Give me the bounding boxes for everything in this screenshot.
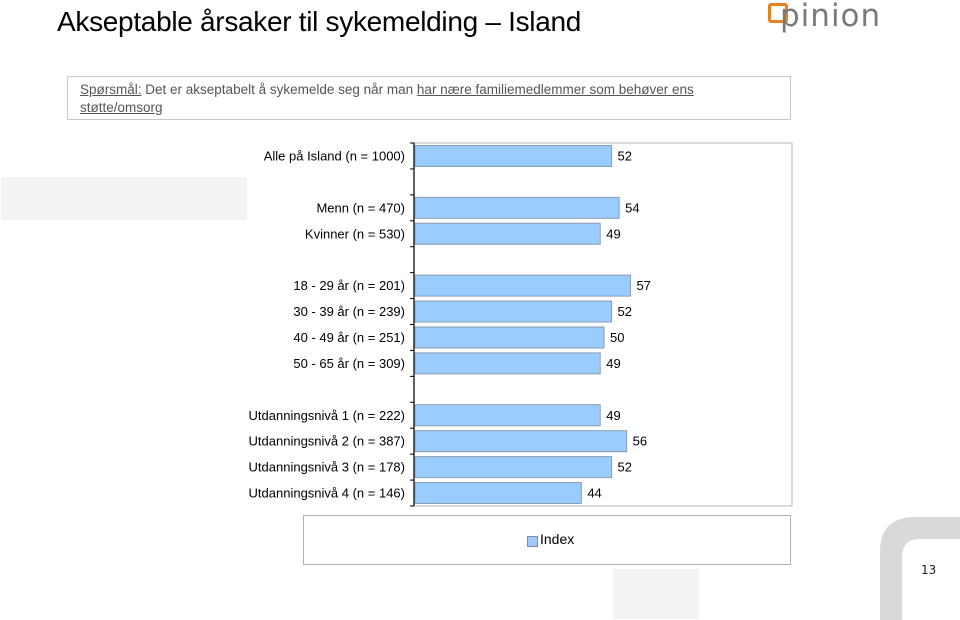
category-label: Kvinner (n = 530) <box>305 226 405 241</box>
category-label: Alle på Island (n = 1000) <box>264 148 405 163</box>
bar <box>414 430 628 453</box>
data-label: 56 <box>633 434 647 449</box>
category-label: Utdanningsnivå 3 (n = 178) <box>249 460 405 475</box>
data-label: 54 <box>625 200 639 215</box>
category-label: Menn (n = 470) <box>316 200 405 215</box>
bar <box>414 144 613 167</box>
bar <box>414 326 605 349</box>
legend-label-index: Index <box>540 531 575 547</box>
bar <box>414 482 582 505</box>
data-label: 44 <box>587 486 601 501</box>
bar <box>414 274 631 297</box>
category-label: 18 - 29 år (n = 201) <box>293 278 405 293</box>
bar <box>414 404 601 427</box>
data-label: 49 <box>606 408 620 423</box>
legend-swatch-index <box>527 536 538 547</box>
data-label: 50 <box>610 330 624 345</box>
data-label: 49 <box>606 226 620 241</box>
data-label: 52 <box>618 304 632 319</box>
data-label: 52 <box>618 460 632 475</box>
bar <box>414 196 620 219</box>
bar <box>414 456 613 479</box>
category-label: Utdanningsnivå 1 (n = 222) <box>249 408 405 423</box>
bar <box>414 300 613 323</box>
category-label: Utdanningsnivå 4 (n = 146) <box>249 486 405 501</box>
data-label: 52 <box>618 148 632 163</box>
bar <box>414 222 601 245</box>
category-label: Utdanningsnivå 2 (n = 387) <box>249 434 405 449</box>
category-label: 30 - 39 år (n = 239) <box>293 304 405 319</box>
bar <box>414 352 601 375</box>
chart-legend: Index <box>303 515 791 565</box>
data-label: 49 <box>606 356 620 371</box>
page-number: 13 <box>921 563 937 577</box>
category-label: 50 - 65 år (n = 309) <box>293 356 405 371</box>
corner-decoration-icon <box>880 517 960 620</box>
category-label: 40 - 49 år (n = 251) <box>293 330 405 345</box>
data-label: 57 <box>636 278 650 293</box>
